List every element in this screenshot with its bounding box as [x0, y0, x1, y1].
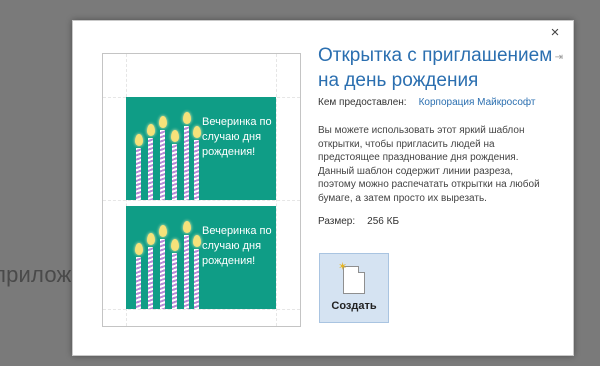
create-button-label: Создать: [331, 300, 377, 312]
card-text: Вечеринка по случаю дня рождения!: [202, 225, 272, 267]
template-preview-dialog: × ⇥ Вечеринка по случаю дня рождения! Ве…: [72, 20, 574, 356]
candles-illustration: [134, 213, 201, 309]
size-line: Размер: 256 КБ: [318, 216, 399, 227]
invitation-card: Вечеринка по случаю дня рождения!: [126, 206, 276, 309]
provider-link[interactable]: Корпорация Майкрософт: [419, 97, 536, 108]
size-value: 256 КБ: [367, 216, 400, 227]
close-icon[interactable]: ×: [547, 25, 563, 41]
candles-illustration: [134, 104, 201, 200]
cut-line: [103, 309, 300, 310]
invitation-card: Вечеринка по случаю дня рождения!: [126, 97, 276, 200]
provider-label: Кем предоставлен:: [318, 97, 407, 108]
create-button[interactable]: ✶ Создать: [319, 253, 389, 323]
template-title: Открытка с приглашением на день рождения: [318, 45, 553, 91]
sparkle-icon: ✶: [338, 261, 348, 273]
pin-icon[interactable]: ⇥: [555, 52, 563, 63]
template-description: Вы можете использовать этот яркий шаблон…: [318, 125, 540, 204]
template-thumbnail: Вечеринка по случаю дня рождения! Вечери…: [102, 53, 301, 327]
cut-line: [103, 200, 300, 201]
size-label: Размер:: [318, 216, 356, 227]
cut-line: [276, 54, 277, 326]
card-text: Вечеринка по случаю дня рождения!: [202, 116, 272, 158]
provider-line: Кем предоставлен: Корпорация Майкрософт: [318, 97, 535, 108]
